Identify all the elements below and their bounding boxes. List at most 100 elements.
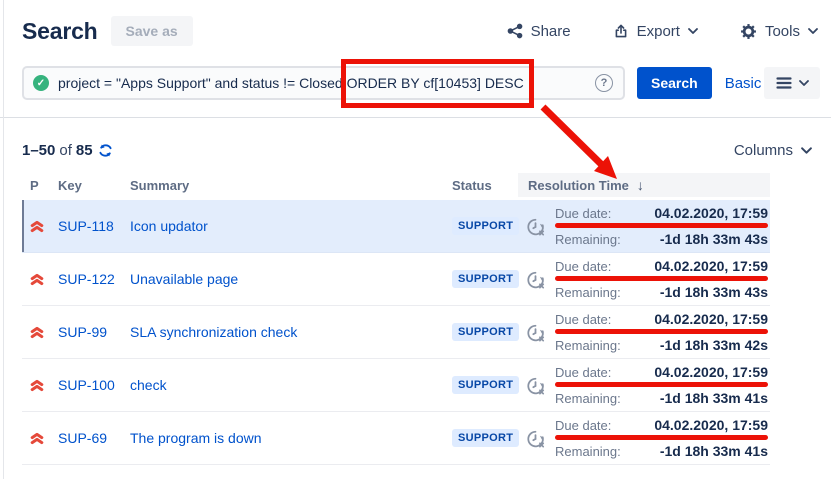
priority-highest-icon	[30, 326, 44, 339]
jql-query-prefix: project = "Apps Support" and status != C…	[58, 75, 347, 91]
share-icon	[507, 23, 523, 39]
sla-clock-icon	[524, 268, 547, 291]
annotation-underline	[555, 382, 768, 387]
export-label: Export	[637, 23, 680, 40]
page-title: Search	[22, 18, 98, 45]
chevron-down-icon	[688, 28, 698, 34]
column-header-priority[interactable]: P	[22, 173, 50, 197]
issue-key-link[interactable]: SUP-118	[58, 218, 114, 234]
results-range: 1–50	[22, 142, 55, 159]
status-badge: SUPPORT	[452, 217, 519, 235]
priority-cell	[22, 379, 50, 392]
hamburger-menu-icon	[776, 77, 792, 89]
remaining-label: Remaining:	[555, 232, 621, 247]
issue-table: P Key Summary Status Resolution Time ↓ S…	[22, 173, 770, 465]
table-header-row: P Key Summary Status Resolution Time ↓	[22, 173, 770, 197]
remaining-value: -1d 18h 33m 43s	[660, 231, 768, 247]
jql-valid-icon: ✓	[33, 75, 49, 91]
remaining-label: Remaining:	[555, 285, 621, 300]
annotation-underline	[555, 329, 768, 334]
issue-key-link[interactable]: SUP-100	[58, 377, 115, 393]
priority-highest-icon	[30, 379, 44, 392]
status-badge: SUPPORT	[452, 270, 519, 288]
header-actions: Share Export Tools	[507, 23, 818, 40]
issue-summary-link[interactable]: The program is down	[130, 430, 262, 446]
priority-highest-icon	[30, 220, 44, 233]
basic-mode-link[interactable]: Basic	[725, 75, 762, 92]
chevron-down-icon	[801, 147, 812, 154]
annotation-underline	[555, 223, 768, 228]
columns-label: Columns	[734, 142, 793, 159]
chevron-down-icon	[808, 28, 818, 34]
search-button[interactable]: Search	[637, 67, 712, 99]
status-badge: SUPPORT	[452, 376, 519, 394]
remaining-label: Remaining:	[555, 444, 621, 459]
table-row[interactable]: SUP-69 The program is down SUPPORT Due d…	[22, 412, 770, 465]
export-icon	[613, 23, 629, 39]
column-header-resolution-time[interactable]: Resolution Time ↓	[518, 173, 770, 197]
jql-query-text: project = "Apps Support" and status != C…	[58, 75, 524, 91]
column-header-summary[interactable]: Summary	[128, 173, 448, 197]
table-row[interactable]: SUP-99 SLA synchronization check SUPPORT…	[22, 306, 770, 359]
due-date-value: 04.02.2020, 17:59	[654, 417, 768, 433]
priority-highest-icon	[30, 432, 44, 445]
priority-highest-icon	[30, 273, 44, 286]
due-date-label: Due date:	[555, 418, 611, 433]
chevron-down-icon	[799, 80, 809, 86]
due-date-label: Due date:	[555, 365, 611, 380]
page-header: Search Save as Share Export Tools	[0, 0, 831, 46]
remaining-value: -1d 18h 33m 41s	[660, 390, 768, 406]
sla-clock-icon	[524, 215, 547, 238]
column-header-status[interactable]: Status	[448, 173, 518, 197]
results-bar: 1–50 of 85 Columns	[22, 139, 812, 161]
priority-cell	[22, 220, 50, 233]
remaining-label: Remaining:	[555, 338, 621, 353]
table-row[interactable]: SUP-100 check SUPPORT Due date: 04.02.202…	[22, 359, 770, 412]
jql-query-input[interactable]: ✓ project = "Apps Support" and status !=…	[22, 66, 625, 100]
issue-key-link[interactable]: SUP-99	[58, 324, 107, 340]
columns-dropdown[interactable]: Columns	[734, 142, 812, 159]
annotation-underline	[555, 435, 768, 440]
sla-clock-icon	[524, 321, 547, 344]
due-date-label: Due date:	[555, 206, 611, 221]
jql-search-bar: ✓ project = "Apps Support" and status !=…	[22, 66, 820, 100]
resolution-time-cell: Due date: 04.02.2020, 17:59 Remaining: -1d…	[518, 417, 770, 459]
issue-key-link[interactable]: SUP-122	[58, 271, 115, 287]
refresh-icon[interactable]	[98, 143, 113, 158]
column-header-key[interactable]: Key	[50, 173, 128, 197]
status-badge: SUPPORT	[452, 323, 519, 341]
status-badge: SUPPORT	[452, 429, 519, 447]
export-button[interactable]: Export	[613, 23, 698, 40]
table-row[interactable]: SUP-122 Unavailable page SUPPORT Due dat…	[22, 253, 770, 306]
annotation-underline	[555, 276, 768, 281]
syntax-help-icon[interactable]: ?	[595, 74, 613, 92]
due-date-value: 04.02.2020, 17:59	[654, 311, 768, 327]
section-divider	[0, 117, 831, 118]
issue-summary-link[interactable]: SLA synchronization check	[130, 324, 297, 340]
remaining-value: -1d 18h 33m 43s	[660, 284, 768, 300]
sla-clock-icon	[524, 427, 547, 450]
results-total: 85	[76, 142, 93, 159]
table-row[interactable]: SUP-118 Icon updator SUPPORT Due date:04…	[22, 200, 770, 253]
remaining-label: Remaining:	[555, 391, 621, 406]
issue-summary-link[interactable]: Icon updator	[130, 218, 208, 234]
results-of-label: of	[59, 142, 72, 159]
sla-clock-icon	[524, 374, 547, 397]
panel-left-edge	[3, 0, 4, 479]
view-options-button[interactable]	[764, 67, 820, 99]
issue-key-link[interactable]: SUP-69	[58, 430, 107, 446]
resolution-time-cell: Due date:04.02.2020, 17:59 Remaining:-1d…	[518, 311, 770, 353]
save-as-button[interactable]: Save as	[111, 16, 193, 46]
remaining-value: -1d 18h 33m 41s	[660, 443, 768, 459]
share-button[interactable]: Share	[507, 23, 571, 40]
issue-summary-link[interactable]: check	[130, 377, 167, 393]
resolution-time-cell: Due date: 04.02.2020, 17:59 Remaining: -1d…	[518, 364, 770, 406]
priority-cell	[22, 273, 50, 286]
due-date-label: Due date:	[555, 259, 611, 274]
tools-label: Tools	[765, 23, 800, 40]
issue-summary-link[interactable]: Unavailable page	[130, 271, 238, 287]
resolution-time-cell: Due date:04.02.2020, 17:59 Remaining:-1d…	[518, 258, 770, 300]
gear-icon	[740, 23, 757, 40]
tools-button[interactable]: Tools	[740, 23, 818, 40]
due-date-value: 04.02.2020, 17:59	[654, 364, 768, 380]
